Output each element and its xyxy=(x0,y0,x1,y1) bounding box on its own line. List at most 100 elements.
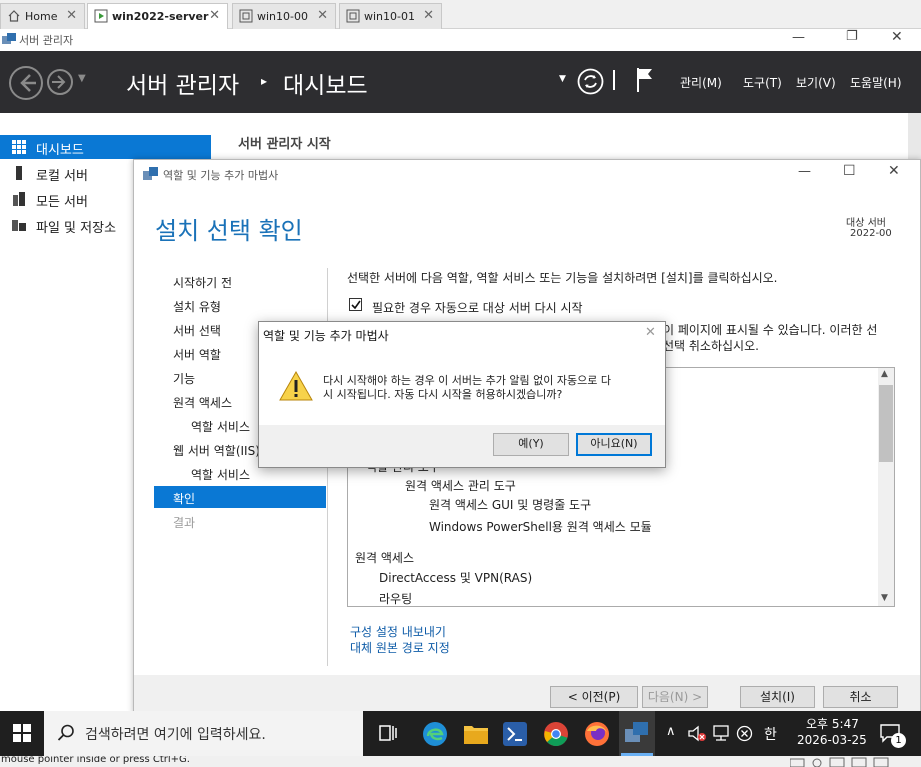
server-manager-icon xyxy=(2,33,16,44)
search-icon xyxy=(57,724,74,741)
home-icon xyxy=(8,10,20,22)
yes-button[interactable]: 예(Y) xyxy=(493,433,569,456)
warning-icon xyxy=(279,371,313,401)
restart-checkbox[interactable] xyxy=(349,298,362,311)
refresh-dropdown-icon[interactable]: ▼ xyxy=(559,74,566,84)
dialog-message-line-2: 시 시작됩니다. 자동 다시 시작을 허용하시겠습니까? xyxy=(323,388,563,401)
dialog-button-bar: 예(Y) 아니요(N) xyxy=(259,425,665,467)
file-explorer-icon[interactable] xyxy=(463,722,489,745)
chrome-icon[interactable] xyxy=(543,721,569,747)
wizard-step-install-type[interactable]: 설치 유형 xyxy=(154,294,326,316)
tab-home[interactable]: Home ✕ xyxy=(0,3,85,29)
wizard-button-bar: < 이전(P) 다음(N) > 설치(I) 취소 xyxy=(134,675,920,713)
menu-tools[interactable]: 도구(T) xyxy=(743,74,782,91)
wizard-heading: 설치 선택 확인 xyxy=(155,217,303,245)
header-title: 서버 관리자 xyxy=(126,73,240,99)
target-server-value: 2022-00 xyxy=(850,228,892,239)
next-button: 다음(N) > xyxy=(642,686,708,708)
servers-icon xyxy=(13,192,25,206)
minimize-icon[interactable]: — xyxy=(792,30,805,45)
sync-status-icon[interactable] xyxy=(736,725,753,742)
taskbar-server-manager[interactable] xyxy=(619,711,655,756)
install-button[interactable]: 설치(I) xyxy=(740,686,815,708)
export-config-link[interactable]: 구성 설정 내보내기 xyxy=(350,623,446,640)
previous-button[interactable]: < 이전(P) xyxy=(550,686,638,708)
taskbar-search-box[interactable]: 검색하려면 여기에 입력하세요. xyxy=(44,711,363,756)
restart-confirm-dialog: 역할 및 기능 추가 마법사 ✕ 다시 시작해야 하는 경우 이 서버는 추가 … xyxy=(258,321,666,468)
window-title: 서버 관리자 xyxy=(19,34,74,47)
tray-expand-icon[interactable]: ∧ xyxy=(666,724,676,739)
info-line-1: 이 페이지에 표시될 수 있습니다. 이러한 선 xyxy=(663,323,878,337)
tab-win10-01[interactable]: win10-01 ✕ xyxy=(339,3,442,29)
wizard-step-confirm[interactable]: 확인 xyxy=(154,486,326,508)
back-icon[interactable] xyxy=(8,65,44,101)
wizard-step-before-begin[interactable]: 시작하기 전 xyxy=(154,270,326,292)
history-dropdown-icon[interactable]: ▼ xyxy=(78,73,86,84)
sidebar-item-dashboard[interactable]: 대시보드 xyxy=(0,135,211,159)
network-icon[interactable] xyxy=(711,725,730,742)
server-icon xyxy=(16,166,22,180)
firefox-icon[interactable] xyxy=(584,721,610,747)
volume-muted-icon[interactable] xyxy=(688,725,706,742)
cancel-button[interactable]: 취소 xyxy=(823,686,898,708)
menu-help[interactable]: 도움말(H) xyxy=(850,74,902,91)
dashboard-icon xyxy=(12,140,26,154)
status-text: mouse pointer inside or press Ctrl+G. xyxy=(1,756,190,765)
refresh-icon[interactable] xyxy=(577,68,604,95)
task-view-icon[interactable] xyxy=(378,723,398,743)
wizard-icon xyxy=(143,167,158,180)
notifications-flag-icon[interactable] xyxy=(636,67,654,93)
list-scrollbar[interactable]: ▲ ▼ xyxy=(878,368,894,606)
search-placeholder: 검색하려면 여기에 입력하세요. xyxy=(85,727,266,743)
wizard-title: 역할 및 기능 추가 마법사 xyxy=(163,169,279,182)
scroll-thumb[interactable] xyxy=(879,385,893,462)
close-window-icon[interactable]: ✕ xyxy=(891,29,903,45)
header-divider xyxy=(613,70,615,90)
wizard-maximize-icon[interactable]: ☐ xyxy=(843,163,856,179)
no-button[interactable]: 아니요(N) xyxy=(576,433,652,456)
tab-win10-00[interactable]: win10-00 ✕ xyxy=(232,3,336,29)
tab-win2022-server[interactable]: win2022-server ✕ xyxy=(87,3,228,29)
file-storage-icon xyxy=(12,220,26,231)
close-icon[interactable]: ✕ xyxy=(317,8,328,23)
restore-icon[interactable]: ❐ xyxy=(846,29,858,44)
clock-time[interactable]: 오후 5:47 xyxy=(806,715,859,732)
list-item: 원격 액세스 관리 도구 xyxy=(405,479,516,493)
windows-start-icon[interactable] xyxy=(13,724,31,742)
checkmark-icon xyxy=(351,300,361,310)
restart-checkbox-label: 필요한 경우 자동으로 대상 서버 다시 시작 xyxy=(372,301,583,315)
wizard-minimize-icon[interactable]: — xyxy=(798,164,811,179)
scroll-down-icon[interactable]: ▼ xyxy=(881,593,888,603)
wizard-close-icon[interactable]: ✕ xyxy=(888,163,900,179)
taskbar: 검색하려면 여기에 입력하세요. ∧ 한 오후 5:47 2026-03-25 … xyxy=(0,711,921,756)
scroll-up-icon[interactable]: ▲ xyxy=(881,369,888,379)
powershell-icon[interactable] xyxy=(503,722,527,746)
vm-status-bar: mouse pointer inside or press Ctrl+G. xyxy=(0,756,921,767)
close-icon[interactable]: ✕ xyxy=(209,8,220,23)
ime-indicator[interactable]: 한 xyxy=(764,724,777,744)
wizard-intro: 선택한 서버에 다음 역할, 역할 서비스 또는 기능을 설치하려면 [설치]를… xyxy=(347,271,778,285)
alt-source-path-link[interactable]: 대체 원본 경로 지정 xyxy=(350,639,450,656)
list-item: 라우팅 xyxy=(379,592,413,606)
edge-icon[interactable] xyxy=(422,721,448,747)
wizard-step-results: 결과 xyxy=(173,516,196,530)
tab-bar: Home ✕ win2022-server ✕ win10-00 ✕ win10… xyxy=(0,0,921,29)
close-icon[interactable]: ✕ xyxy=(423,8,434,23)
close-icon[interactable]: ✕ xyxy=(66,8,77,23)
server-manager-titlebar: 서버 관리자 — ❐ ✕ xyxy=(0,29,921,51)
header-band: ▼ 서버 관리자 ▸ 대시보드 ▼ 관리(M) 도구(T) 보기(V) 도움말(… xyxy=(0,51,921,113)
breadcrumb-separator: ▸ xyxy=(261,74,268,88)
notification-badge: 1 xyxy=(891,733,906,748)
menu-manage[interactable]: 관리(M) xyxy=(680,74,722,91)
vm-icon xyxy=(346,9,360,23)
header-page[interactable]: 대시보드 xyxy=(283,66,368,100)
server-manager-icon xyxy=(625,722,648,742)
menu-view[interactable]: 보기(V) xyxy=(796,74,836,91)
vm-icon xyxy=(94,9,108,23)
dialog-close-icon[interactable]: ✕ xyxy=(645,325,656,340)
clock-date[interactable]: 2026-03-25 xyxy=(797,733,867,747)
dashboard-start-title: 서버 관리자 시작 xyxy=(238,137,331,152)
list-item: DirectAccess 및 VPN(RAS) xyxy=(379,571,533,585)
target-server-label: 대상 서버 xyxy=(846,218,886,229)
forward-icon[interactable] xyxy=(46,68,74,96)
